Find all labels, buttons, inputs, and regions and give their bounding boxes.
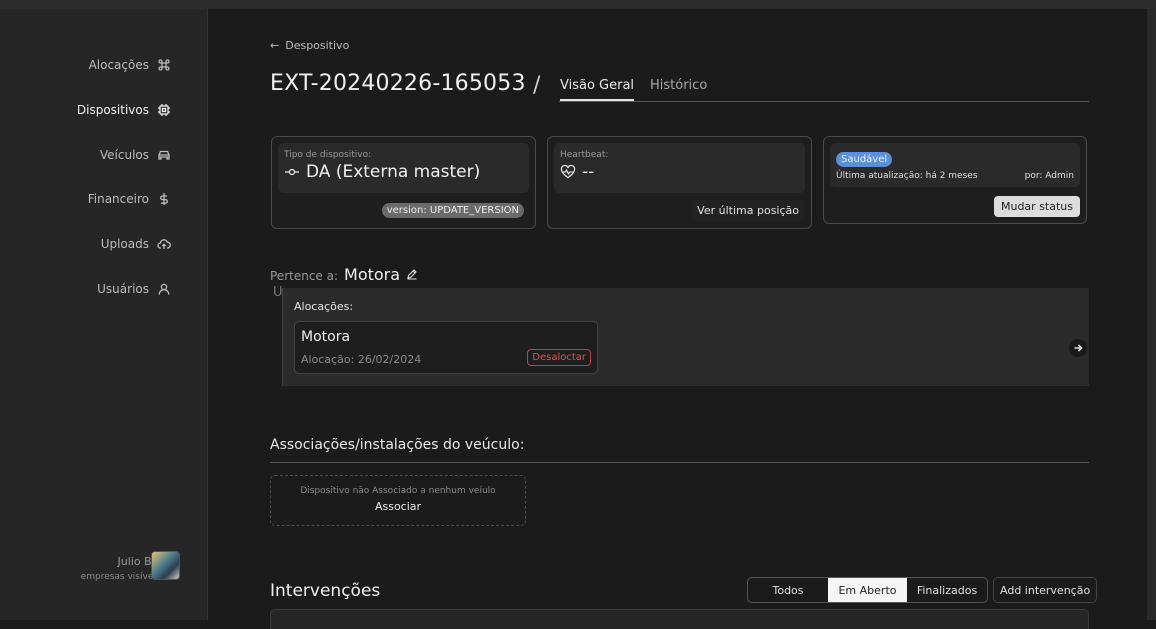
- filter-finalizados[interactable]: Finalizados: [907, 578, 987, 602]
- version-pill: version: UPDATE_VERSION: [381, 203, 524, 218]
- tab-visao-geral[interactable]: Visão Geral: [560, 78, 635, 102]
- cloud-upload-icon: [157, 239, 171, 249]
- title-separator: /: [533, 73, 541, 98]
- heartbeat-label: Heartbeat:: [560, 150, 609, 160]
- heartbeat-value: --: [582, 162, 595, 182]
- associations-empty-text: Dispositivo não Associado a nenhum veíul…: [300, 486, 496, 496]
- sidebar-item-label: Usuários: [97, 282, 149, 296]
- device-type-label: Tipo de dispositivo:: [284, 150, 372, 160]
- allocations-title: Alocações:: [294, 300, 354, 313]
- allocations-popover: Alocações: Motora Alocação: 26/02/2024 D…: [282, 288, 1089, 386]
- allocation-date: Alocação: 26/02/2024: [301, 353, 422, 366]
- belongs-label: Pertence a:: [270, 269, 339, 283]
- tab-historico[interactable]: Histórico: [650, 78, 707, 99]
- status-card: Saudável Última atualização: há 2 meses …: [823, 136, 1087, 224]
- page-title: EXT-20240226-165053: [270, 71, 526, 96]
- device-type-value: DA (Externa master): [306, 162, 481, 182]
- avatar[interactable]: [151, 551, 180, 580]
- top-bar: [0, 0, 1156, 9]
- heartbeat-panel: Heartbeat: --: [554, 143, 805, 193]
- filter-em-aberto[interactable]: Em Aberto: [828, 578, 907, 602]
- view-last-position-button[interactable]: Ver última posição: [691, 200, 805, 221]
- sidebar-item-label: Financeiro: [87, 192, 149, 206]
- filter-todos[interactable]: Todos: [748, 578, 828, 602]
- status-updated: Última atualização: há 2 meses: [836, 171, 978, 181]
- heartbeat-value-row: --: [560, 162, 799, 182]
- device-type-value-row: DA (Externa master): [284, 162, 523, 182]
- user-icon: [158, 283, 170, 295]
- sidebar-item-veiculos[interactable]: Veículos: [100, 148, 171, 162]
- next-allocation-button[interactable]: [1069, 339, 1087, 357]
- allocation-name: Motora: [301, 329, 351, 345]
- sidebar: Alocações Dispositivos Veículos Financei…: [0, 9, 208, 620]
- chip-icon: [158, 104, 170, 116]
- arrow-left-icon: ←: [270, 39, 280, 52]
- dollar-icon: [160, 193, 168, 205]
- edit-icon[interactable]: [406, 268, 418, 280]
- device-type-card: Tipo de dispositivo: DA (Externa master)…: [271, 136, 536, 229]
- tab-divider: [559, 101, 1089, 102]
- associations-title: Associações/instalações do veúculo:: [270, 437, 525, 453]
- belongs-to: Pertence a: Motora: [270, 265, 418, 284]
- associations-empty-box: Dispositivo não Associado a nenhum veíul…: [270, 475, 526, 526]
- main-content: ← Despositivo EXT-20240226-165053 / Visã…: [209, 9, 1147, 629]
- deallocate-button[interactable]: Desaloctar: [527, 349, 591, 366]
- sidebar-item-financeiro[interactable]: Financeiro: [88, 192, 171, 206]
- status-badge: Saudável: [836, 152, 893, 167]
- sidebar-item-alocacoes[interactable]: Alocações: [89, 58, 171, 72]
- change-status-button[interactable]: Mudar status: [993, 196, 1080, 217]
- commit-icon: [285, 168, 299, 176]
- status-meta: Última atualização: há 2 meses por: Admi…: [836, 171, 1074, 181]
- associations-divider: [270, 462, 1089, 463]
- sidebar-item-label: Alocações: [88, 58, 149, 72]
- interventions-filter: Todos Em Aberto Finalizados: [747, 577, 988, 603]
- sidebar-item-dispositivos[interactable]: Dispositivos: [77, 103, 171, 117]
- car-icon: [158, 150, 170, 160]
- sidebar-item-uploads[interactable]: Uploads: [101, 237, 171, 251]
- heart-pulse-icon: [560, 165, 576, 179]
- command-icon: [158, 59, 170, 71]
- associate-button[interactable]: Associar: [271, 500, 525, 513]
- sidebar-item-usuarios[interactable]: Usuários: [97, 282, 171, 296]
- status-panel: Saudável Última atualização: há 2 meses …: [830, 143, 1080, 187]
- back-label: Despositivo: [285, 39, 350, 52]
- add-intervention-button[interactable]: Add intervenção: [993, 577, 1098, 603]
- sidebar-item-label: Dispositivos: [76, 103, 149, 117]
- scrollbar-track[interactable]: [1147, 9, 1156, 620]
- back-link[interactable]: ← Despositivo: [270, 39, 349, 52]
- interventions-title: Intervenções: [270, 581, 381, 601]
- belongs-value[interactable]: Motora: [344, 265, 400, 284]
- heartbeat-card: Heartbeat: -- Ver última posição: [547, 136, 812, 229]
- status-by: por: Admin: [1024, 171, 1074, 181]
- allocation-item[interactable]: Motora Alocação: 26/02/2024 Desaloctar: [294, 321, 598, 374]
- sidebar-item-label: Veículos: [99, 148, 149, 162]
- interventions-table: [270, 609, 1089, 629]
- device-type-panel: Tipo de dispositivo: DA (Externa master): [278, 143, 529, 193]
- sidebar-item-label: Uploads: [100, 237, 149, 251]
- arrow-right-icon: [1074, 344, 1083, 352]
